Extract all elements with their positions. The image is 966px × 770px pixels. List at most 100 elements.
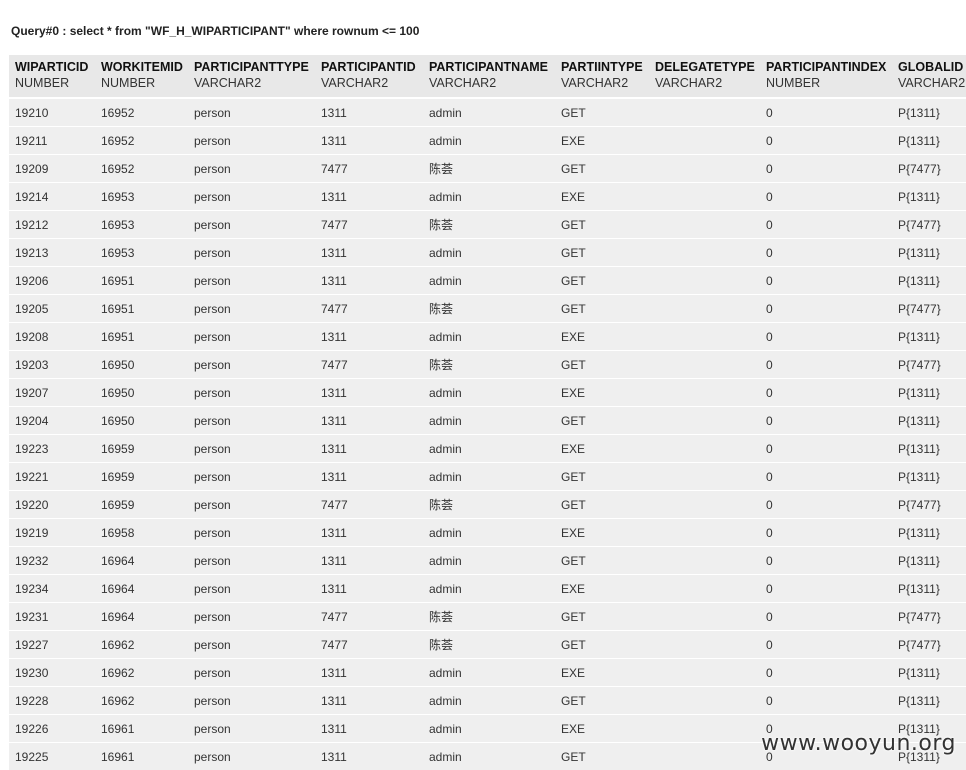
table-cell: EXE (555, 378, 649, 407)
column-header-partiintype[interactable]: PARTIINTYPE VARCHAR2 (555, 55, 649, 99)
table-cell: 1311 (315, 126, 423, 155)
table-cell: GET (555, 546, 649, 575)
table-cell: P{1311} (892, 98, 966, 127)
table-row: 19221 16959 person 1311 admin GET 0 P{1311} (9, 462, 966, 491)
column-header-wiparticid[interactable]: WIPARTICID NUMBER (9, 55, 95, 99)
table-cell: admin (423, 574, 555, 603)
table-cell: GET (555, 742, 649, 770)
table-cell: person (188, 126, 315, 155)
table-cell: 1311 (315, 238, 423, 267)
table-cell: 16951 (95, 266, 188, 295)
table-cell: 7477 (315, 154, 423, 183)
column-header-delegatetype[interactable]: DELEGATETYPE VARCHAR2 (649, 55, 760, 99)
table-cell: 16959 (95, 462, 188, 491)
table-cell: person (188, 266, 315, 295)
table-row: 19213 16953 person 1311 admin GET 0 P{1311} (9, 238, 966, 267)
table-cell: 19205 (9, 294, 95, 323)
table-cell: person (188, 602, 315, 631)
table-cell (649, 210, 760, 239)
query-title: Query#0 : select * from "WF_H_WIPARTICIP… (11, 24, 420, 38)
table-cell: 19209 (9, 154, 95, 183)
table-cell: person (188, 210, 315, 239)
table-cell: 16953 (95, 210, 188, 239)
table-cell: 1311 (315, 658, 423, 687)
table-cell: 7477 (315, 630, 423, 659)
column-header-participantindex[interactable]: PARTICIPANTINDEX NUMBER (760, 55, 892, 99)
table-cell: person (188, 490, 315, 519)
table-cell: 16959 (95, 490, 188, 519)
table-row: 19230 16962 person 1311 admin EXE 0 P{1311} (9, 658, 966, 687)
table-cell: 16952 (95, 126, 188, 155)
table-cell (649, 462, 760, 491)
table-cell: 7477 (315, 602, 423, 631)
table-row: 19232 16964 person 1311 admin GET 0 P{1311} (9, 546, 966, 575)
table-cell: 19227 (9, 630, 95, 659)
table-cell: 1311 (315, 322, 423, 351)
table-cell: 0 (760, 434, 892, 463)
table-cell: P{7477} (892, 602, 966, 631)
table-cell: 0 (760, 154, 892, 183)
table-cell: 16959 (95, 434, 188, 463)
table-cell: GET (555, 350, 649, 379)
table-cell (649, 294, 760, 323)
table-cell: 0 (760, 322, 892, 351)
table-cell: GET (555, 490, 649, 519)
column-header-workitemid[interactable]: WORKITEMID NUMBER (95, 55, 188, 99)
table-cell: person (188, 378, 315, 407)
column-name: PARTICIPANTNAME (429, 60, 548, 74)
table-cell: 19225 (9, 742, 95, 770)
table-cell: 0 (760, 238, 892, 267)
table-row: 19211 16952 person 1311 admin EXE 0 P{1311} (9, 126, 966, 155)
table-cell: 陈荟 (423, 630, 555, 659)
table-row: 19209 16952 person 7477 陈荟 GET 0 P{7477} (9, 154, 966, 183)
table-cell: person (188, 658, 315, 687)
table-row: 19228 16962 person 1311 admin GET 0 P{1311} (9, 686, 966, 715)
table-cell: admin (423, 126, 555, 155)
column-header-participanttype[interactable]: PARTICIPANTTYPE VARCHAR2 (188, 55, 315, 99)
table-cell: 0 (760, 630, 892, 659)
column-header-participantid[interactable]: PARTICIPANTID VARCHAR2 (315, 55, 423, 99)
table-cell: GET (555, 294, 649, 323)
table-cell: person (188, 406, 315, 435)
table-cell: P{1311} (892, 238, 966, 267)
table-cell: 16951 (95, 322, 188, 351)
table-cell: P{1311} (892, 126, 966, 155)
column-name: WIPARTICID (15, 60, 89, 74)
table-cell (649, 714, 760, 743)
table-cell: P{1311} (892, 406, 966, 435)
table-cell: 16958 (95, 518, 188, 547)
table-cell: person (188, 182, 315, 211)
column-name: PARTICIPANTINDEX (766, 60, 887, 74)
table-cell (649, 518, 760, 547)
table-cell: 1311 (315, 182, 423, 211)
table-cell: EXE (555, 574, 649, 603)
table-cell: P{1311} (892, 518, 966, 547)
table-cell: P{7477} (892, 210, 966, 239)
table-cell: 陈荟 (423, 350, 555, 379)
table-cell: 19203 (9, 350, 95, 379)
column-type: NUMBER (766, 76, 821, 90)
table-cell: 19230 (9, 658, 95, 687)
table-cell: 19228 (9, 686, 95, 715)
table-cell: 1311 (315, 462, 423, 491)
table-cell: GET (555, 210, 649, 239)
table-cell: EXE (555, 322, 649, 351)
column-name: PARTICIPANTTYPE (194, 60, 309, 74)
column-header-participantname[interactable]: PARTICIPANTNAME VARCHAR2 (423, 55, 555, 99)
table-cell: 16964 (95, 574, 188, 603)
table-cell: 0 (760, 574, 892, 603)
table-cell: P{7477} (892, 350, 966, 379)
table-cell: admin (423, 714, 555, 743)
table-cell: 0 (760, 210, 892, 239)
column-header-globalid[interactable]: GLOBALID VARCHAR2 (892, 55, 966, 99)
table-cell: EXE (555, 434, 649, 463)
table-cell: person (188, 742, 315, 770)
table-cell: P{1311} (892, 658, 966, 687)
table-cell: 1311 (315, 434, 423, 463)
table-cell: person (188, 154, 315, 183)
table-cell (649, 154, 760, 183)
table-cell: 19223 (9, 434, 95, 463)
table-cell: GET (555, 238, 649, 267)
table-cell: 1311 (315, 546, 423, 575)
table-row: 19214 16953 person 1311 admin EXE 0 P{1311} (9, 182, 966, 211)
